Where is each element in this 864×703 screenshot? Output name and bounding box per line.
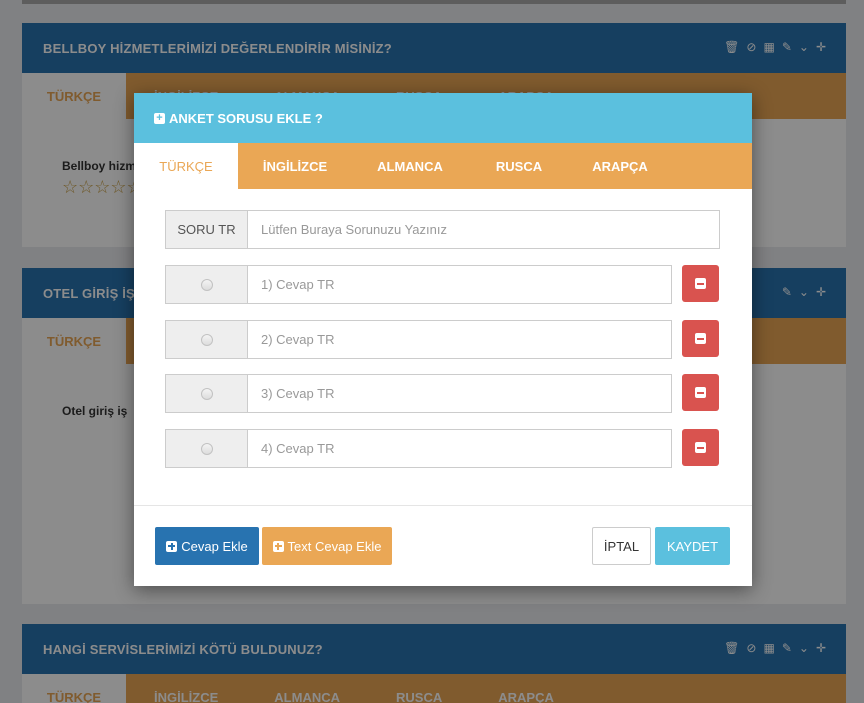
answer-radio-addon: [165, 265, 248, 304]
answer-radio-addon: [165, 374, 248, 413]
minus-square-icon: [695, 333, 706, 344]
footer-divider: [134, 505, 752, 506]
modal-title: ANKET SORUSU EKLE ?: [169, 110, 323, 126]
tab-turkce[interactable]: TÜRKÇE: [134, 143, 238, 189]
answer-row-4: 4) Cevap TR: [165, 429, 672, 468]
answer-row-1: 1) Cevap TR: [165, 265, 672, 304]
question-row: SORU TR Lütfen Buraya Sorunuzu Yazınız: [165, 210, 720, 249]
remove-answer-button[interactable]: [682, 374, 719, 411]
language-tabs: TÜRKÇE İNGİLİZCE ALMANCA RUSCA ARAPÇA: [134, 143, 752, 189]
add-text-answer-label: Text Cevap Ekle: [287, 538, 382, 554]
question-addon-label: SORU TR: [165, 210, 248, 249]
tab-ingilizce[interactable]: İNGİLİZCE: [238, 143, 352, 189]
plus-square-icon: [166, 540, 178, 552]
save-button[interactable]: KAYDET: [655, 527, 730, 565]
add-survey-question-modal: + ANKET SORUSU EKLE ? TÜRKÇE İNGİLİZCE A…: [134, 93, 752, 586]
modal-header: + ANKET SORUSU EKLE ?: [134, 93, 752, 143]
add-text-answer-button[interactable]: Text Cevap Ekle: [262, 527, 392, 565]
answer-radio-addon: [165, 320, 248, 359]
minus-square-icon: [695, 442, 706, 453]
plus-square-icon: [272, 540, 284, 552]
plus-square-icon: +: [154, 112, 165, 124]
answer-radio[interactable]: [200, 333, 213, 346]
tab-arapca[interactable]: ARAPÇA: [570, 143, 670, 189]
minus-square-icon: [695, 387, 706, 398]
answer-input-4[interactable]: 4) Cevap TR: [248, 429, 672, 468]
answer-input-1[interactable]: 1) Cevap TR: [248, 265, 672, 304]
answer-radio[interactable]: [200, 387, 213, 400]
cancel-button[interactable]: İPTAL: [592, 527, 651, 565]
answer-row-2: 2) Cevap TR: [165, 320, 672, 359]
add-answer-label: Cevap Ekle: [181, 538, 248, 554]
minus-square-icon: [695, 278, 706, 289]
add-answer-button[interactable]: Cevap Ekle: [155, 527, 259, 565]
remove-answer-button[interactable]: [682, 265, 719, 302]
answer-radio-addon: [165, 429, 248, 468]
answer-radio[interactable]: [200, 442, 213, 455]
answer-radio[interactable]: [200, 278, 213, 291]
tab-almanca[interactable]: ALMANCA: [352, 143, 468, 189]
answer-input-2[interactable]: 2) Cevap TR: [248, 320, 672, 359]
remove-answer-button[interactable]: [682, 429, 719, 466]
answer-row-3: 3) Cevap TR: [165, 374, 672, 413]
tab-rusca[interactable]: RUSCA: [468, 143, 570, 189]
remove-answer-button[interactable]: [682, 320, 719, 357]
answer-input-3[interactable]: 3) Cevap TR: [248, 374, 672, 413]
question-input[interactable]: Lütfen Buraya Sorunuzu Yazınız: [248, 210, 720, 249]
